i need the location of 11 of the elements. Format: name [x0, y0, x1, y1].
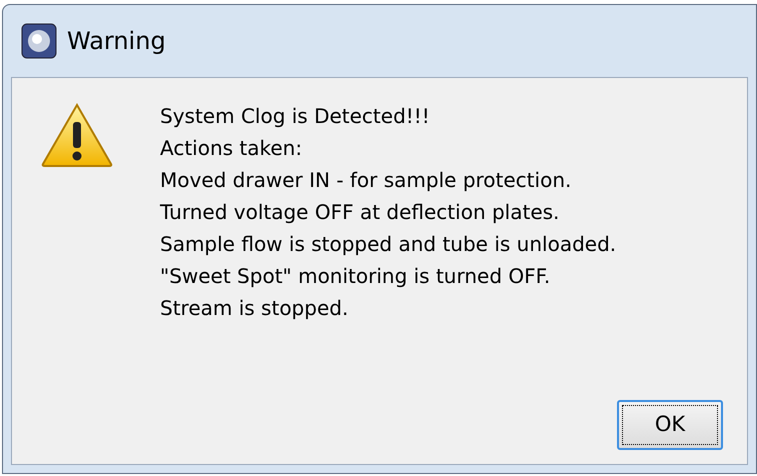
- message-line: Moved drawer IN - for sample protection.: [160, 167, 572, 194]
- message-line: System Clog is Detected!!!: [160, 103, 431, 130]
- app-icon: [21, 23, 57, 59]
- message-line: Sample flow is stopped and tube is unloaded.: [160, 231, 616, 258]
- message-line: Turned voltage OFF at deflection plates.: [160, 199, 560, 226]
- window-title: Warning: [67, 26, 166, 57]
- ok-button[interactable]: OK: [617, 400, 723, 450]
- message-line: Actions taken:: [160, 135, 304, 162]
- warning-icon: [40, 102, 114, 168]
- message-line: Stream is stopped.: [160, 295, 350, 322]
- message-line: "Sweet Spot" monitoring is turned OFF.: [160, 263, 552, 290]
